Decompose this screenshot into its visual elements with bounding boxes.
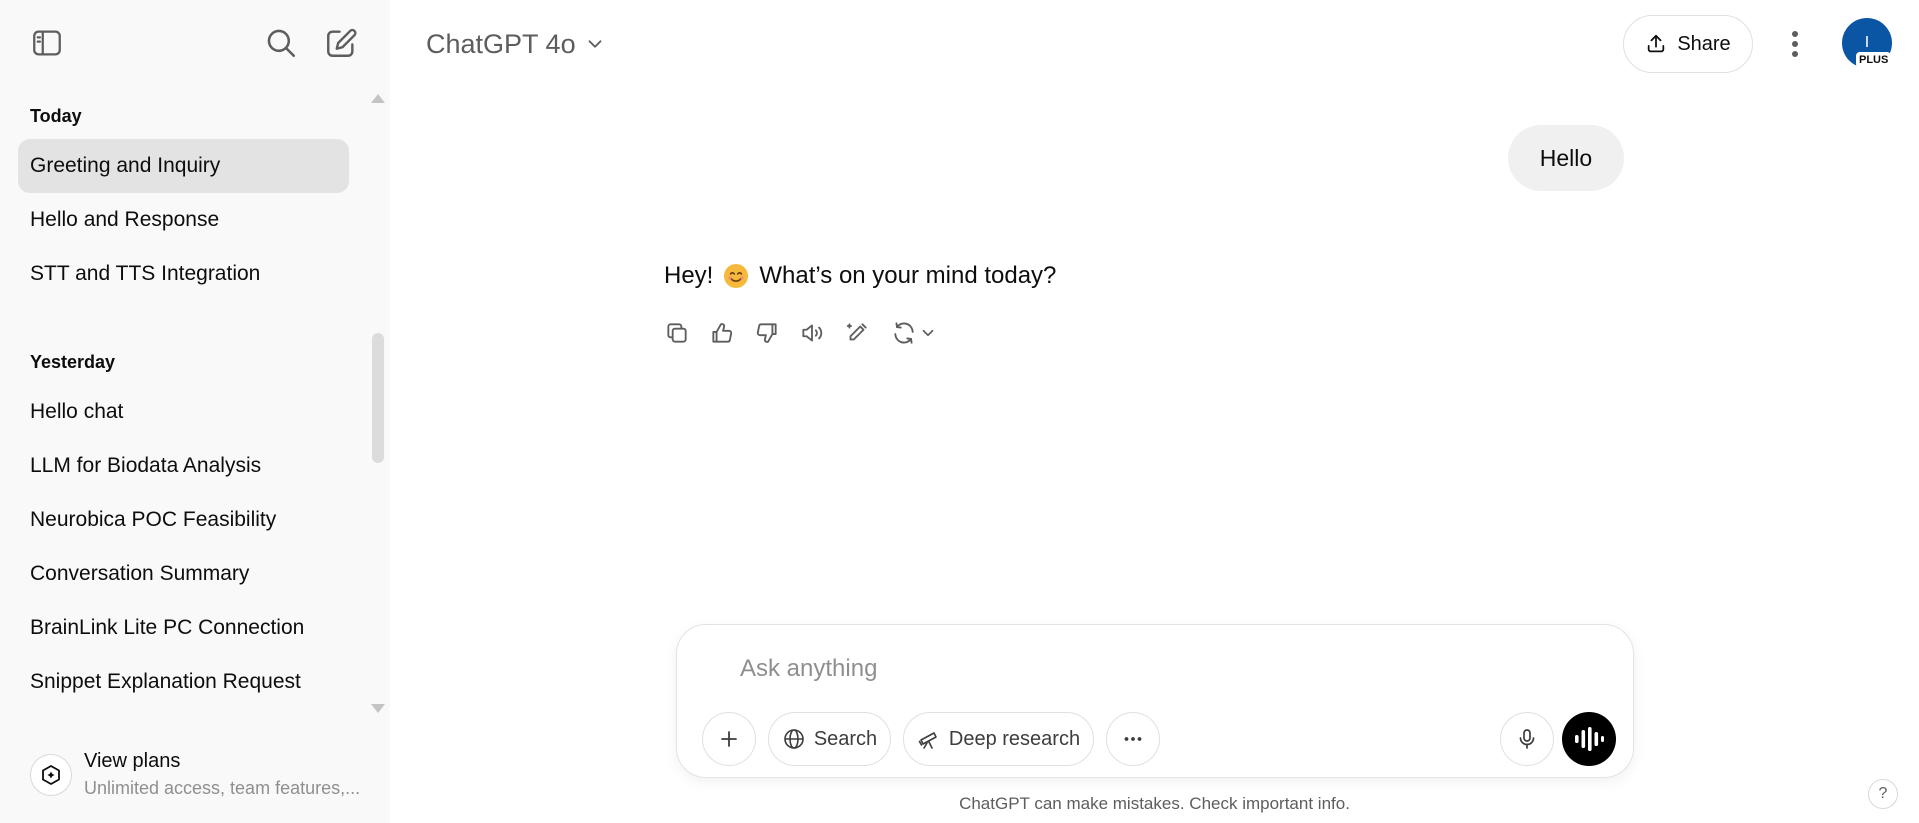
chat-history-list: Today Greeting and Inquiry Hello and Res…: [0, 84, 390, 714]
good-response-button[interactable]: [709, 320, 735, 346]
chat-item-label: LLM for Biodata Analysis: [30, 454, 262, 477]
chat-item-label: STT and TTS Integration: [30, 262, 261, 285]
model-label: ChatGPT 4o: [426, 28, 576, 59]
help-button[interactable]: ?: [1868, 779, 1898, 809]
section-label-today: Today: [30, 106, 82, 126]
deep-research-button[interactable]: Deep research: [903, 712, 1094, 766]
chat-item-active[interactable]: Greeting and Inquiry: [18, 139, 349, 193]
search-icon: [267, 29, 296, 58]
share-label: Share: [1677, 32, 1731, 55]
chat-item[interactable]: Hello chat: [18, 385, 349, 439]
refresh-icon: [894, 322, 914, 344]
message-actions: [664, 316, 939, 350]
plus-icon: [721, 731, 737, 747]
dictate-button[interactable]: [1500, 712, 1554, 766]
voice-mode-button[interactable]: [1562, 712, 1616, 766]
search-button-label: Search: [813, 727, 878, 750]
vertical-dots-icon: [1792, 31, 1798, 57]
globe-icon: [784, 729, 804, 749]
voice-waveform-icon: [1575, 727, 1604, 751]
plan-badge: PLUS: [1856, 52, 1892, 68]
search-chats-button[interactable]: [258, 20, 304, 66]
edit-canvas-button[interactable]: [844, 320, 870, 346]
section-label-yesterday: Yesterday: [30, 352, 116, 372]
regenerate-button[interactable]: [889, 320, 939, 346]
deep-research-label: Deep research: [948, 727, 1081, 750]
chat-item-label: BrainLink Lite PC Connection: [30, 616, 305, 639]
assistant-message-text: What’s on your mind today?: [759, 262, 1057, 289]
share-icon: [1648, 34, 1665, 53]
view-plans-title: View plans: [84, 750, 181, 772]
avatar-initial: I: [1864, 34, 1870, 51]
chat-item[interactable]: Hello and Response: [18, 193, 349, 247]
chat-item-label: Hello chat: [30, 400, 124, 423]
new-chat-button[interactable]: [318, 20, 364, 66]
speaker-icon: [802, 324, 823, 342]
assistant-message: Hey! What’s on your mind today?: [664, 262, 1056, 290]
chat-item[interactable]: Snippet Explanation Request: [18, 655, 349, 709]
chat-item[interactable]: Conversation Summary: [18, 547, 349, 601]
disclaimer-text: ChatGPT can make mistakes. Check importa…: [959, 794, 1350, 813]
upgrade-plans-icon: [30, 754, 72, 796]
chat-item-label: Greeting and Inquiry: [30, 154, 221, 177]
assistant-message-prefix: Hey!: [664, 262, 714, 289]
chevron-down-icon: [588, 40, 602, 48]
disclaimer: ChatGPT can make mistakes. Check importa…: [0, 794, 1919, 814]
chat-item[interactable]: STT and TTS Integration: [18, 247, 349, 301]
search-button[interactable]: Search: [768, 712, 891, 766]
copy-button[interactable]: [664, 320, 690, 346]
more-tools-button[interactable]: [1106, 712, 1160, 766]
telescope-icon: [918, 732, 937, 749]
help-label: ?: [1878, 785, 1888, 802]
chat-item-label: Neurobica POC Feasibility: [30, 508, 277, 531]
microphone-icon: [1519, 729, 1535, 749]
read-aloud-button[interactable]: [799, 320, 825, 346]
horizontal-dots-icon: [1124, 737, 1142, 741]
chat-item-label: Conversation Summary: [30, 562, 250, 585]
chevron-down-icon: [922, 329, 934, 337]
more-options-button[interactable]: [1774, 20, 1816, 68]
toggle-sidebar-button[interactable]: [24, 20, 70, 66]
attach-button[interactable]: [702, 712, 756, 766]
chat-item-label: Hello and Response: [30, 208, 220, 231]
copy-icon: [667, 323, 687, 343]
prompt-input[interactable]: [740, 652, 1540, 686]
pencil-sparkle-icon: [846, 323, 867, 341]
sidebar-toolbar: [0, 20, 390, 66]
user-message-text: Hello: [1539, 144, 1593, 171]
bad-response-button[interactable]: [754, 320, 780, 346]
sidebar: Today Greeting and Inquiry Hello and Res…: [0, 0, 390, 823]
chat-item-label: Snippet Explanation Request: [30, 670, 301, 693]
smiling-face-emoji-icon: [724, 264, 749, 288]
user-message: Hello: [1508, 125, 1624, 191]
new-chat-icon: [327, 28, 357, 57]
chat-item[interactable]: BrainLink Lite PC Connection: [18, 601, 349, 655]
share-button[interactable]: Share: [1623, 15, 1753, 73]
thumbs-up-icon: [712, 323, 733, 343]
model-selector[interactable]: ChatGPT 4o: [426, 24, 606, 64]
sidebar-toggle-icon: [33, 30, 61, 56]
thumbs-down-icon: [756, 323, 777, 343]
chat-item[interactable]: LLM for Biodata Analysis: [18, 439, 349, 493]
chat-item[interactable]: Neurobica POC Feasibility: [18, 493, 349, 547]
